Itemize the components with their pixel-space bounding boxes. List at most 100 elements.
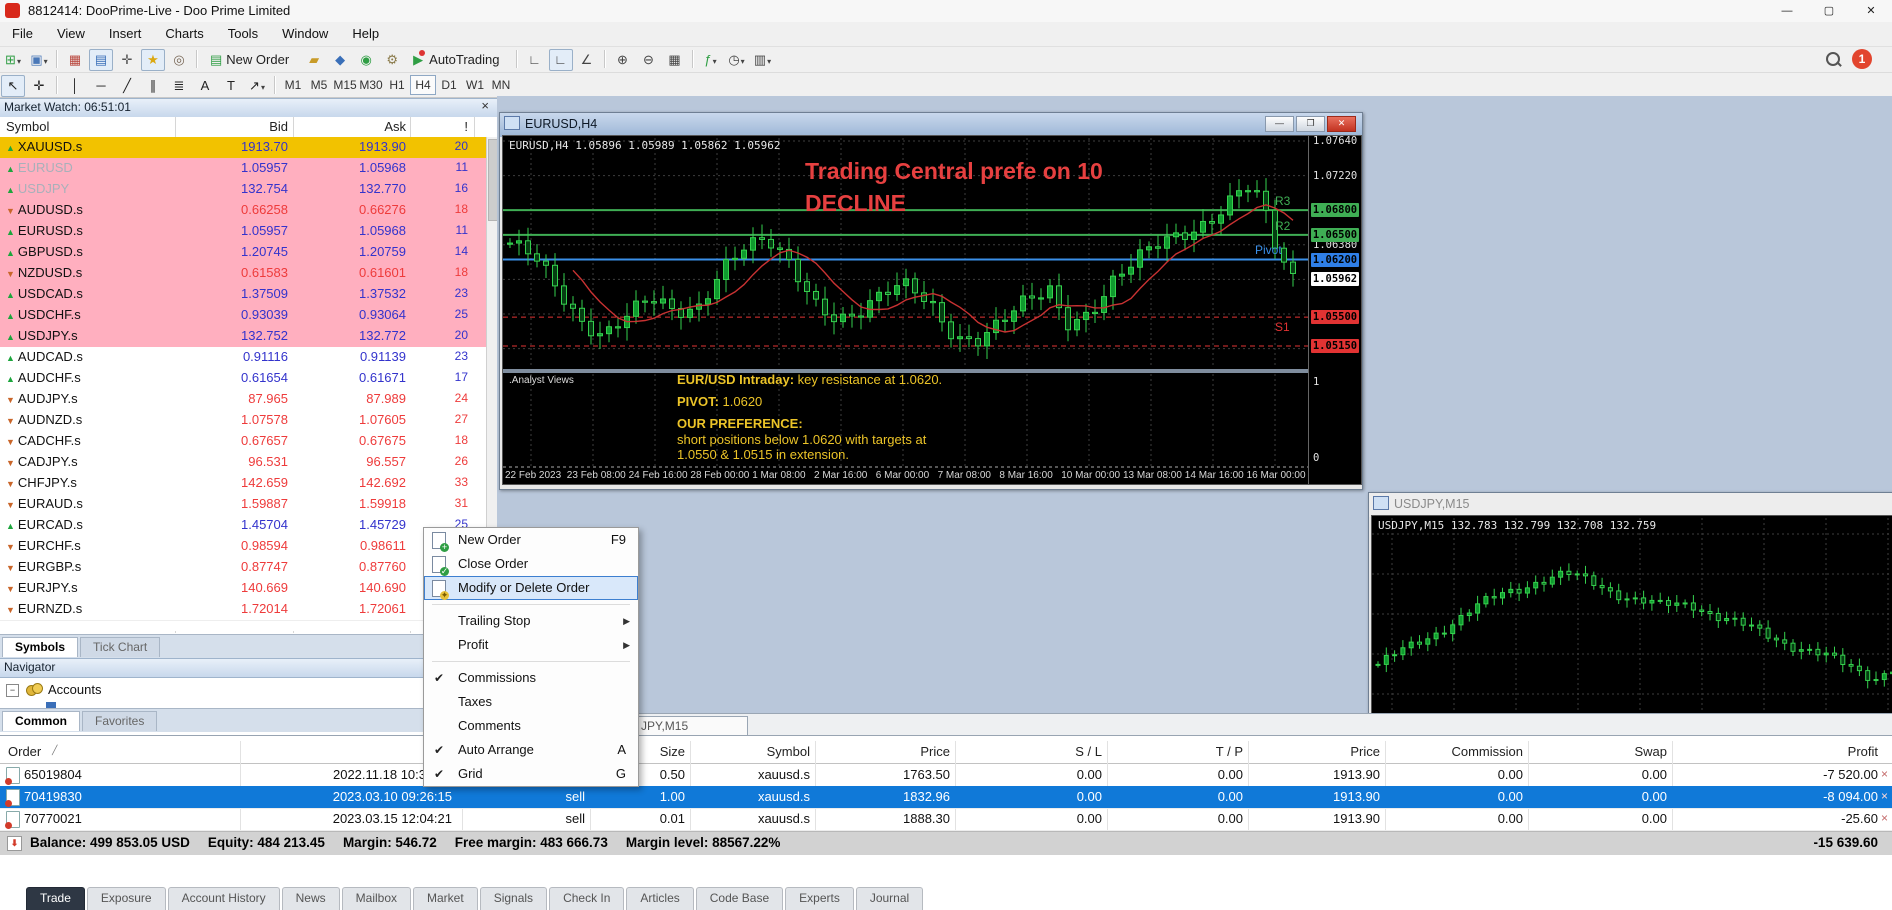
menu-item-grid[interactable]: ✔GridG bbox=[424, 762, 638, 786]
eurusd-price-scale[interactable]: 1.076401.072201.063801.068001.065001.062… bbox=[1308, 136, 1361, 484]
timeframe-w1[interactable]: W1 bbox=[462, 75, 488, 95]
market-watch-row[interactable]: ▲USDCAD.s1.375091.3753223 bbox=[0, 284, 486, 306]
channel-tool[interactable]: ∥ bbox=[141, 75, 165, 97]
profiles-button[interactable]: ▣▾ bbox=[27, 49, 51, 71]
eurusd-window-titlebar[interactable]: EURUSD,H4—❐✕ bbox=[500, 113, 1362, 137]
crosshair-tool[interactable]: ✛ bbox=[27, 75, 51, 97]
market-watch-row[interactable]: ▼NZDUSD.s0.615830.6160118 bbox=[0, 263, 486, 285]
tab-symbols[interactable]: Symbols bbox=[2, 637, 78, 657]
tab-common[interactable]: Common bbox=[2, 711, 80, 731]
terminal-tab-exposure[interactable]: Exposure bbox=[87, 887, 166, 910]
order-row[interactable]: 707700212023.03.15 12:04:21sell0.01xauus… bbox=[0, 808, 1892, 831]
signals-button[interactable]: ◉ bbox=[354, 49, 378, 71]
menu-view[interactable]: View bbox=[45, 22, 97, 45]
terminal-tab-trade[interactable]: Trade bbox=[26, 887, 85, 910]
symbol-search-button[interactable]: ◎ bbox=[167, 49, 191, 71]
navigator-item-accounts[interactable]: Accounts bbox=[48, 682, 101, 697]
autotrading-button[interactable]: ▶AutoTrading bbox=[406, 49, 510, 71]
timeframe-d1[interactable]: D1 bbox=[436, 75, 462, 95]
window-close-button[interactable]: ✕ bbox=[1854, 2, 1888, 20]
periods-button[interactable]: ◷▾ bbox=[725, 49, 749, 71]
metaquotes-button[interactable]: ▰ bbox=[302, 49, 326, 71]
timeframe-h1[interactable]: H1 bbox=[384, 75, 410, 95]
market-watch-row[interactable]: ▲XAUUSD.s1913.701913.9020 bbox=[0, 137, 486, 159]
column-header-commission[interactable]: Commission bbox=[1451, 744, 1523, 759]
market-watch-row[interactable]: ▼AUDNZD.s1.075781.0760527 bbox=[0, 410, 486, 432]
column-header-swap[interactable]: Swap bbox=[1634, 744, 1667, 759]
market-watch-row[interactable]: ▼EURAUD.s1.598871.5991831 bbox=[0, 494, 486, 516]
new-order-button[interactable]: ▤New Order bbox=[203, 49, 300, 71]
candlestick-button[interactable]: ∟ bbox=[549, 49, 573, 71]
terminal-tab-signals[interactable]: Signals bbox=[480, 887, 547, 910]
market-watch-row[interactable]: ▼EURCHF.s0.985940.9861117 bbox=[0, 536, 486, 558]
column-header-price2[interactable]: Price bbox=[1350, 744, 1380, 759]
options-button[interactable]: ⚙ bbox=[380, 49, 404, 71]
menu-item-modify-or-delete-order[interactable]: Modify or Delete Order bbox=[424, 576, 638, 600]
market-watch-row[interactable]: ▲USDJPY132.754132.77016 bbox=[0, 179, 486, 201]
market-watch-row[interactable]: ▲EURCAD.s1.457041.4572925 bbox=[0, 515, 486, 537]
usdjpy-chart-canvas[interactable]: USDJPY,M15 132.783 132.799 132.708 132.7… bbox=[1371, 515, 1892, 735]
tree-expand-icon[interactable]: − bbox=[6, 684, 19, 697]
eurusd-chart-canvas[interactable]: EURUSD,H4 1.05896 1.05989 1.05862 1.0596… bbox=[502, 135, 1362, 485]
zoom-out-button[interactable]: ⊖ bbox=[637, 49, 661, 71]
timeframe-m5[interactable]: M5 bbox=[306, 75, 332, 95]
metaeditor-button[interactable]: ◆ bbox=[328, 49, 352, 71]
col-spread-header[interactable]: ! bbox=[464, 119, 468, 134]
column-header-sl[interactable]: S / L bbox=[1075, 744, 1102, 759]
market-watch-row[interactable]: ▼EURNZD.s1.720141.7206147 bbox=[0, 599, 486, 621]
column-header-profit[interactable]: Profit bbox=[1848, 744, 1878, 759]
market-watch-row[interactable]: ▼EURGBP.s0.877470.8776013 bbox=[0, 557, 486, 579]
trendline-tool[interactable]: ╱ bbox=[115, 75, 139, 97]
market-watch-row[interactable]: ▼EURJPY.s140.669140.69021 bbox=[0, 578, 486, 600]
market-watch-row[interactable]: ▲EURUSD.s1.059571.0596811 bbox=[0, 221, 486, 243]
terminal-tab-articles[interactable]: Articles bbox=[626, 887, 693, 910]
timeframe-m30[interactable]: M30 bbox=[358, 75, 384, 95]
toolbar-search-icon[interactable] bbox=[1826, 52, 1840, 66]
market-watch-toggle[interactable]: ▦ bbox=[63, 49, 87, 71]
menu-item-auto-arrange[interactable]: ✔Auto ArrangeA bbox=[424, 738, 638, 762]
menu-file[interactable]: File bbox=[0, 22, 45, 45]
menu-window[interactable]: Window bbox=[270, 22, 340, 45]
terminal-tab-mailbox[interactable]: Mailbox bbox=[342, 887, 411, 910]
menu-insert[interactable]: Insert bbox=[97, 22, 154, 45]
market-watch-row[interactable]: ▼AUDJPY.s87.96587.98924 bbox=[0, 389, 486, 411]
column-header-size[interactable]: Size bbox=[660, 744, 685, 759]
horizontal-line-tool[interactable]: ─ bbox=[89, 75, 113, 97]
chart-minimize-button[interactable]: — bbox=[1265, 116, 1294, 132]
menu-item-new-order[interactable]: New OrderF9 bbox=[424, 528, 638, 552]
arrows-tool[interactable]: ↗▾ bbox=[245, 75, 269, 97]
market-watch-row[interactable]: ▲GBPUSD.s1.207451.2075914 bbox=[0, 242, 486, 264]
close-position-button[interactable]: × bbox=[1881, 811, 1888, 825]
menu-item-commissions[interactable]: ✔Commissions bbox=[424, 666, 638, 690]
menu-help[interactable]: Help bbox=[340, 22, 391, 45]
market-watch-row[interactable]: ▲USDJPY.s132.752132.77220 bbox=[0, 326, 486, 348]
order-row[interactable]: 704198302023.03.10 09:26:15sell1.00xauus… bbox=[0, 786, 1892, 809]
market-watch-row[interactable]: ▲EURUSD1.059571.0596811 bbox=[0, 158, 486, 180]
terminal-tab-news[interactable]: News bbox=[282, 887, 340, 910]
col-bid-header[interactable]: Bid bbox=[269, 119, 288, 134]
bar-chart-button[interactable]: ∟ bbox=[523, 49, 547, 71]
usdjpy-chart-window[interactable]: USDJPY,M15USDJPY,M15 132.783 132.799 132… bbox=[1368, 492, 1892, 736]
notification-badge[interactable]: 1 bbox=[1852, 49, 1872, 69]
menu-tools[interactable]: Tools bbox=[216, 22, 270, 45]
window-maximize-button[interactable]: ▢ bbox=[1812, 2, 1846, 20]
market-watch-row[interactable]: ▼CADJPY.s96.53196.55726 bbox=[0, 452, 486, 474]
column-header-price[interactable]: Price bbox=[920, 744, 950, 759]
menu-item-taxes[interactable]: Taxes bbox=[424, 690, 638, 714]
market-watch-row[interactable]: ▼AUDUSD.s0.662580.6627618 bbox=[0, 200, 486, 222]
eurusd-chart-window[interactable]: EURUSD,H4—❐✕EURUSD,H4 1.05896 1.05989 1.… bbox=[499, 112, 1363, 490]
menu-item-comments[interactable]: Comments bbox=[424, 714, 638, 738]
close-position-button[interactable]: × bbox=[1881, 789, 1888, 803]
menu-item-profit[interactable]: Profit▶ bbox=[424, 633, 638, 657]
terminal-tab-check-in[interactable]: Check In bbox=[549, 887, 624, 910]
zoom-in-button[interactable]: ⊕ bbox=[611, 49, 635, 71]
market-watch-row[interactable]: ▲AUDCHF.s0.616540.6167117 bbox=[0, 368, 486, 390]
menu-item-trailing-stop[interactable]: Trailing Stop▶ bbox=[424, 609, 638, 633]
tab-favorites[interactable]: Favorites bbox=[82, 711, 157, 731]
tab-tick-chart[interactable]: Tick Chart bbox=[80, 637, 160, 657]
chart-close-button[interactable]: ✕ bbox=[1327, 116, 1356, 132]
templates-button[interactable]: ▥▾ bbox=[751, 49, 775, 71]
cursor-tool[interactable]: ↖ bbox=[1, 75, 25, 97]
order-row[interactable]: 650198042022.11.18 10:30.50xauusd.s1763.… bbox=[0, 764, 1892, 787]
timeframe-mn[interactable]: MN bbox=[488, 75, 514, 95]
